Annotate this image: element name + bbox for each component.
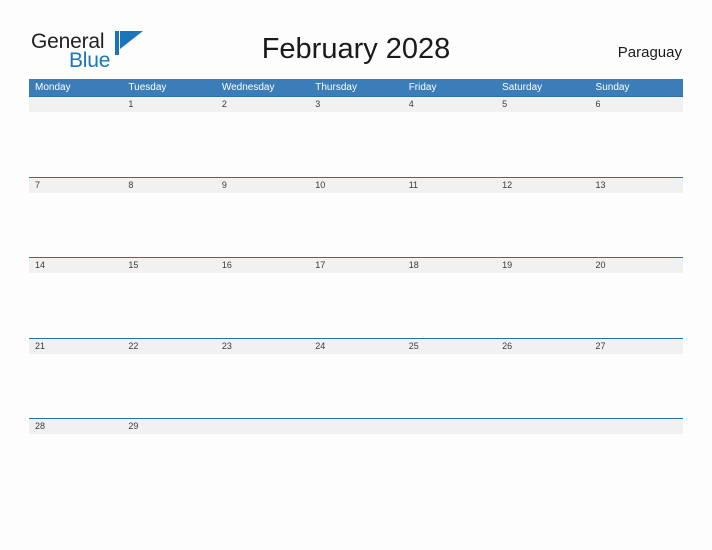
week-body-band — [29, 112, 683, 176]
day-number[interactable] — [590, 419, 683, 434]
day-number[interactable]: 26 — [496, 339, 589, 354]
week-body-band — [29, 273, 683, 337]
day-number[interactable]: 17 — [309, 258, 402, 273]
day-number[interactable]: 16 — [216, 258, 309, 273]
day-cell[interactable] — [496, 434, 589, 498]
day-number[interactable]: 9 — [216, 178, 309, 193]
day-cell[interactable] — [29, 193, 122, 257]
day-cell[interactable] — [309, 273, 402, 337]
day-cell[interactable] — [309, 193, 402, 257]
day-number[interactable]: 4 — [403, 97, 496, 112]
week-body-band — [29, 192, 683, 257]
page-title: February 2028 — [261, 33, 451, 65]
day-cell[interactable] — [590, 434, 683, 498]
day-cell[interactable] — [309, 112, 402, 176]
day-cell[interactable] — [216, 354, 309, 418]
day-number[interactable] — [309, 419, 402, 434]
weekday-saturday: Saturday — [502, 82, 543, 93]
day-number[interactable] — [403, 419, 496, 434]
day-cell[interactable] — [590, 354, 683, 418]
week-date-band: 21 22 23 24 25 26 27 — [29, 338, 683, 354]
calendar-grid: Monday Tuesday Wednesday Thursday Friday… — [29, 79, 683, 499]
day-number[interactable]: 27 — [590, 339, 683, 354]
day-number[interactable]: 8 — [122, 178, 215, 193]
day-number[interactable] — [216, 419, 309, 434]
day-cell[interactable] — [403, 193, 496, 257]
day-cell[interactable] — [496, 354, 589, 418]
day-cell[interactable] — [122, 193, 215, 257]
day-cell[interactable] — [403, 273, 496, 337]
week-row: 28 29 — [29, 418, 683, 499]
week-date-band: 28 29 — [29, 419, 683, 434]
day-cell[interactable] — [496, 273, 589, 337]
day-number[interactable]: 1 — [122, 97, 215, 112]
day-number[interactable]: 11 — [403, 178, 496, 193]
day-number[interactable]: 13 — [590, 178, 683, 193]
day-number[interactable] — [29, 97, 122, 112]
week-row: 14 15 16 17 18 19 20 — [29, 257, 683, 338]
day-number[interactable]: 12 — [496, 178, 589, 193]
day-cell[interactable] — [403, 434, 496, 498]
day-cell[interactable] — [122, 354, 215, 418]
day-number[interactable]: 19 — [496, 258, 589, 273]
day-cell[interactable] — [309, 434, 402, 498]
day-number[interactable]: 23 — [216, 339, 309, 354]
week-date-band: 7 8 9 10 11 12 13 — [29, 177, 683, 193]
day-number[interactable]: 14 — [29, 258, 122, 273]
day-number[interactable]: 21 — [29, 339, 122, 354]
day-cell[interactable] — [122, 112, 215, 176]
day-number[interactable]: 15 — [122, 258, 215, 273]
weekday-header-row: Monday Tuesday Wednesday Thursday Friday… — [29, 79, 683, 96]
day-number[interactable]: 28 — [29, 419, 122, 434]
day-cell[interactable] — [29, 434, 122, 498]
week-body-band — [29, 353, 683, 418]
week-date-band: 1 2 3 4 5 6 — [29, 97, 683, 112]
weekday-sunday: Sunday — [595, 82, 630, 93]
day-number[interactable]: 6 — [590, 97, 683, 112]
week-row: 1 2 3 4 5 6 — [29, 96, 683, 177]
calendar-page: General Blue February 2028 Paraguay Mond… — [0, 0, 712, 550]
weekday-thursday: Thursday — [315, 82, 357, 93]
day-number[interactable]: 2 — [216, 97, 309, 112]
week-date-band: 14 15 16 17 18 19 20 — [29, 258, 683, 273]
day-cell[interactable] — [29, 273, 122, 337]
week-row: 21 22 23 24 25 26 27 — [29, 337, 683, 419]
day-cell[interactable] — [216, 112, 309, 176]
weekday-monday: Monday — [35, 82, 71, 93]
day-cell[interactable] — [403, 354, 496, 418]
day-cell[interactable] — [216, 273, 309, 337]
day-cell[interactable] — [216, 193, 309, 257]
day-cell[interactable] — [496, 193, 589, 257]
country-label: Paraguay — [617, 44, 682, 61]
day-cell[interactable] — [590, 193, 683, 257]
page-header: General Blue February 2028 Paraguay — [0, 0, 712, 72]
day-cell[interactable] — [403, 112, 496, 176]
day-cell[interactable] — [496, 112, 589, 176]
weekday-wednesday: Wednesday — [221, 82, 275, 93]
weekday-tuesday: Tuesday — [128, 82, 167, 93]
day-cell[interactable] — [29, 112, 122, 176]
day-number[interactable]: 5 — [496, 97, 589, 112]
day-cell[interactable] — [122, 273, 215, 337]
day-number[interactable]: 18 — [403, 258, 496, 273]
week-body-band — [29, 434, 683, 498]
day-number[interactable]: 22 — [122, 339, 215, 354]
day-number[interactable]: 3 — [309, 97, 402, 112]
day-cell[interactable] — [590, 273, 683, 337]
day-cell[interactable] — [216, 434, 309, 498]
day-cell[interactable] — [122, 434, 215, 498]
day-number[interactable]: 7 — [29, 178, 122, 193]
day-cell[interactable] — [309, 354, 402, 418]
day-number[interactable] — [496, 419, 589, 434]
week-row: 7 8 9 10 11 12 13 — [29, 176, 683, 258]
weekday-friday: Friday — [408, 82, 437, 93]
day-number[interactable]: 29 — [122, 419, 215, 434]
day-number[interactable]: 24 — [309, 339, 402, 354]
day-number[interactable]: 10 — [309, 178, 402, 193]
day-number[interactable]: 20 — [590, 258, 683, 273]
day-number[interactable]: 25 — [403, 339, 496, 354]
day-cell[interactable] — [590, 112, 683, 176]
day-cell[interactable] — [29, 354, 122, 418]
